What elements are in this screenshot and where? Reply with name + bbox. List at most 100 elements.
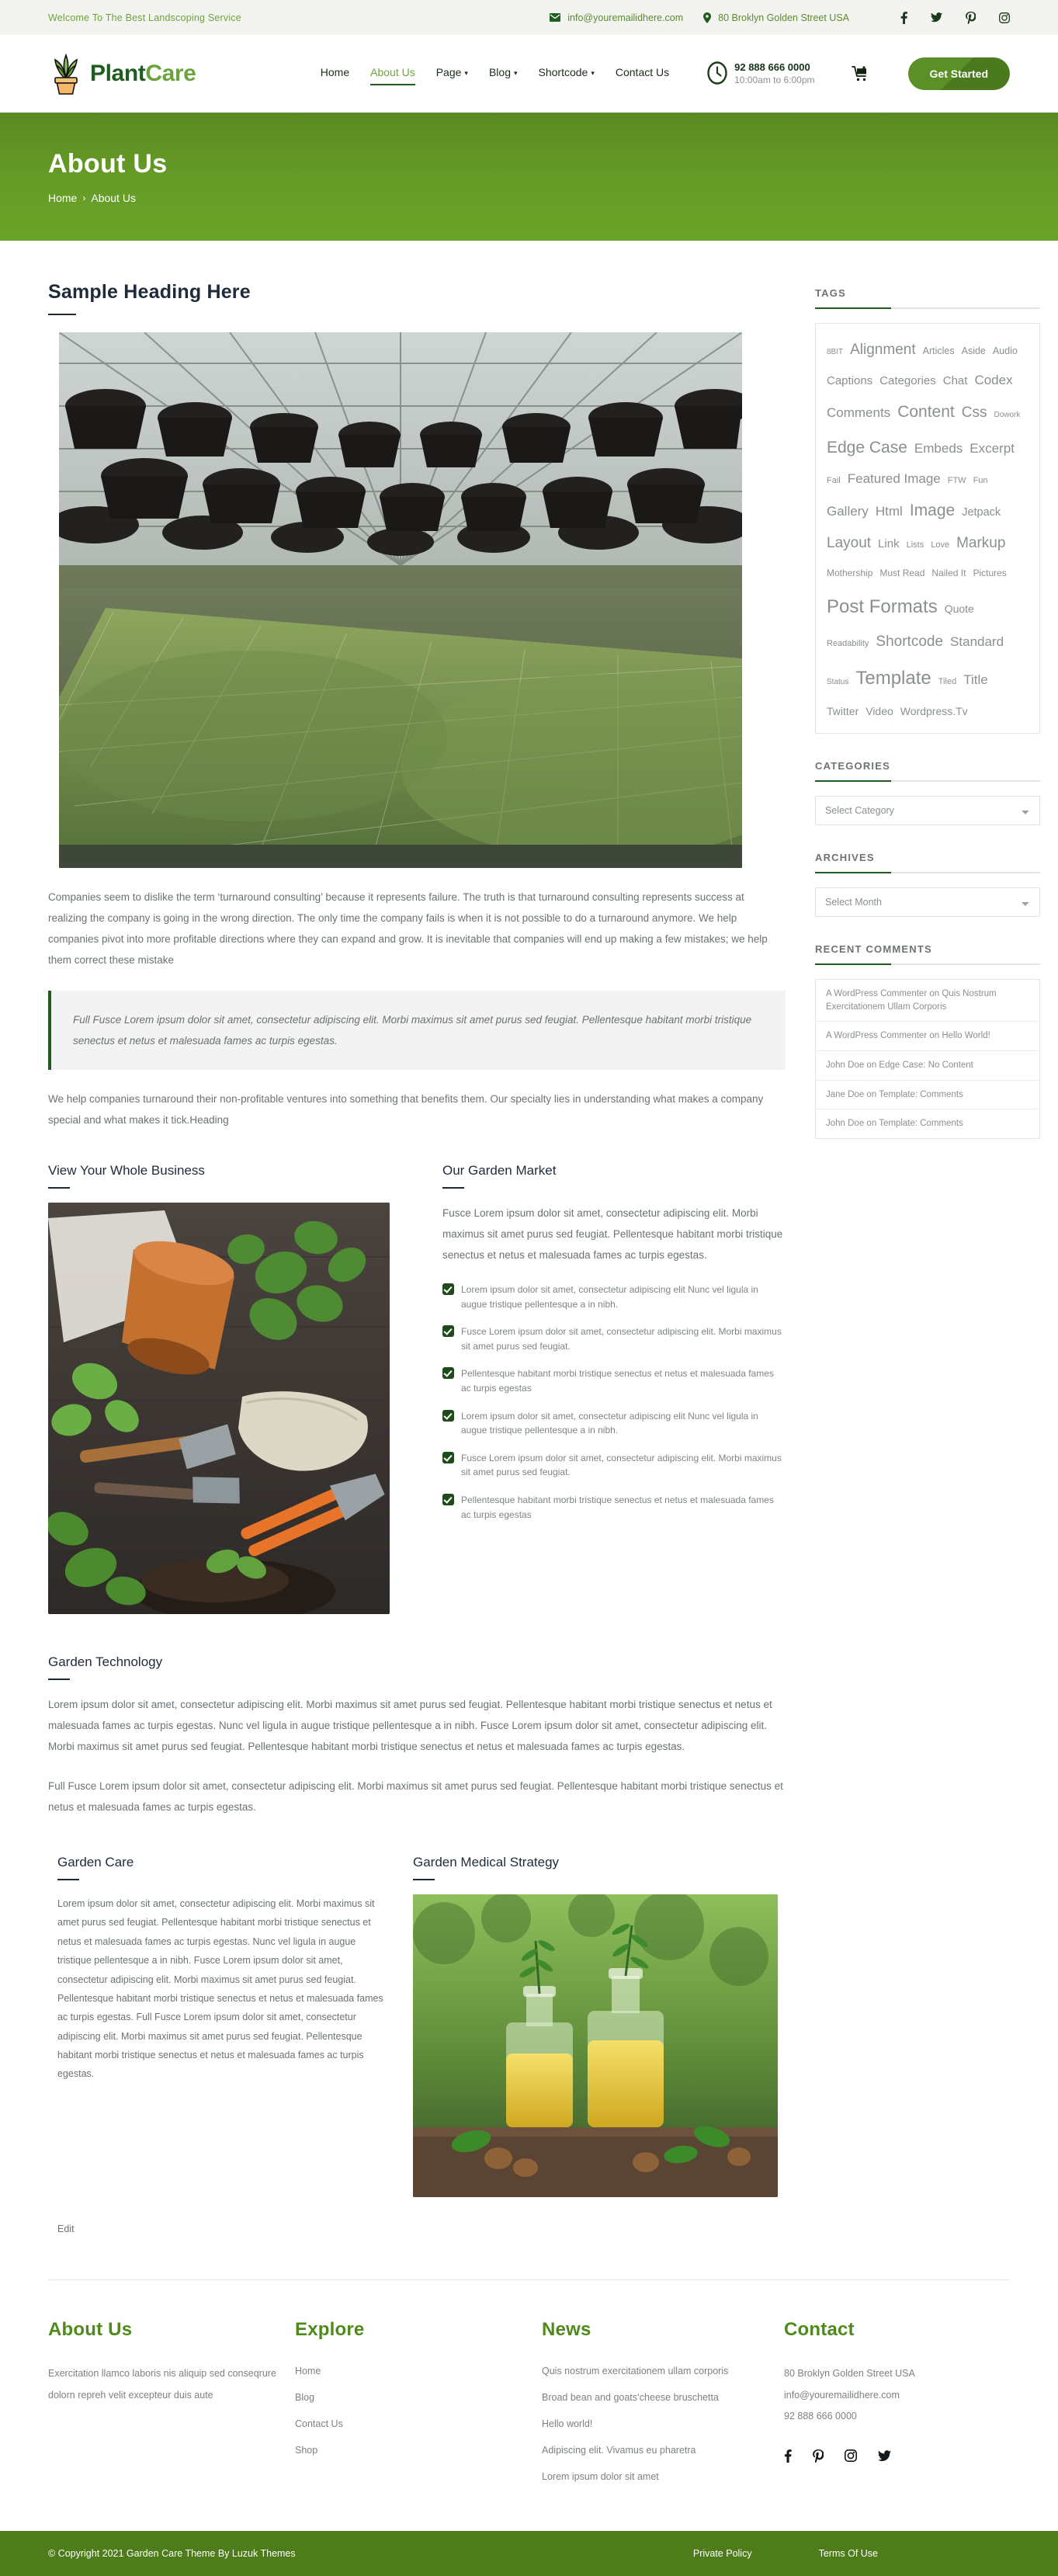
tag-link[interactable]: Shortcode	[876, 627, 943, 658]
site-footer: About Us Exercitation llamco laboris nis…	[0, 2280, 1058, 2531]
facebook-icon[interactable]	[784, 2449, 792, 2463]
tag-link[interactable]: Must Read	[879, 564, 924, 584]
tag-link[interactable]: Chat	[943, 369, 968, 394]
footer-news-link[interactable]: Hello world!	[542, 2416, 784, 2432]
private-policy-link[interactable]: Private Policy	[693, 2548, 752, 2559]
tag-link[interactable]: Image	[910, 493, 955, 528]
pull-quote: Full Fusce Lorem ipsum dolor sit amet, c…	[48, 991, 786, 1070]
tag-link[interactable]: Featured Image	[848, 465, 941, 494]
nav-item-home[interactable]: Home	[321, 66, 349, 82]
nav-item-shortcode[interactable]: Shortcode ▾	[539, 66, 595, 82]
tag-link[interactable]: Nailed It	[931, 564, 966, 584]
tag-link[interactable]: Status	[827, 674, 848, 691]
tag-link[interactable]: Gallery	[827, 498, 869, 526]
breadcrumb-home[interactable]: Home	[48, 192, 77, 204]
footer-news-link[interactable]: Adipiscing elit. Vivamus eu pharetra	[542, 2442, 784, 2458]
topbar-address[interactable]: 80 Broklyn Golden Street USA	[703, 12, 849, 23]
pinterest-icon[interactable]	[813, 2449, 824, 2463]
tag-link[interactable]: Video	[865, 700, 893, 723]
title-rule	[442, 1187, 464, 1189]
topbar-email[interactable]: info@youremailidhere.com	[550, 12, 683, 23]
terms-of-use-link[interactable]: Terms Of Use	[819, 2548, 878, 2559]
tag-link[interactable]: Love	[931, 536, 949, 555]
tag-link[interactable]: Audio	[993, 341, 1018, 362]
tag-link[interactable]: Jetpack	[962, 501, 1001, 525]
tag-link[interactable]: Excerpt	[970, 435, 1015, 463]
tag-link[interactable]: Tiled	[938, 673, 956, 692]
tag-link[interactable]: Embeds	[914, 435, 963, 463]
herbal-oil-bottles-image	[413, 1894, 778, 2197]
tag-link[interactable]: Pictures	[973, 564, 1006, 584]
nav-item-about-us[interactable]: About Us	[370, 66, 415, 85]
footer-news-link[interactable]: Broad bean and goats‘cheese bruschetta	[542, 2390, 784, 2405]
list-item[interactable]: John Doe on Template: Comments	[816, 1109, 1039, 1138]
tag-link[interactable]: Categories	[879, 369, 936, 394]
tag-link[interactable]: Link	[878, 532, 900, 557]
tag-link[interactable]: Aside	[962, 341, 986, 362]
facebook-icon[interactable]	[900, 11, 907, 24]
tag-link[interactable]: Layout	[827, 528, 871, 560]
tag-link[interactable]: Post Formats	[827, 587, 938, 627]
tag-link[interactable]: Fun	[973, 472, 988, 491]
list-item[interactable]: Jane Doe on Template: Comments	[816, 1081, 1039, 1110]
tag-link[interactable]: Twitter	[827, 700, 859, 723]
topbar-right-group: info@youremailidhere.com 80 Broklyn Gold…	[550, 11, 1010, 24]
list-item: Lorem ipsum dolor sit amet	[542, 2469, 784, 2484]
footer-news-link[interactable]: Quis nostrum exercitationem ullam corpor…	[542, 2363, 784, 2379]
instagram-icon[interactable]	[845, 2449, 857, 2463]
tag-link[interactable]: Css	[962, 398, 987, 429]
footer-news-link[interactable]: Lorem ipsum dolor sit amet	[542, 2469, 784, 2484]
logo-text-plant: Plant	[90, 61, 146, 86]
view-business-title: View Your Whole Business	[48, 1163, 205, 1178]
get-started-button[interactable]: Get Started	[907, 57, 1010, 90]
tag-link[interactable]: Dowork	[994, 407, 1020, 424]
tag-link[interactable]: 8BIT	[827, 344, 843, 361]
footer-link-blog[interactable]: Blog	[295, 2390, 542, 2405]
tag-link[interactable]: FTW	[948, 472, 966, 491]
tag-link[interactable]: Template	[855, 658, 931, 699]
twitter-icon[interactable]	[878, 2449, 891, 2463]
nav-item-page[interactable]: Page ▾	[436, 66, 468, 82]
tag-link[interactable]: Comments	[827, 399, 890, 428]
list-item[interactable]: A WordPress Commenter on Quis Nostrum Ex…	[816, 980, 1039, 1022]
tag-link[interactable]: Standard	[950, 628, 1004, 657]
welcome-text: Welcome To The Best Landscoping Service	[48, 12, 241, 23]
tag-link[interactable]: Content	[897, 394, 955, 429]
list-item: Quis nostrum exercitationem ullam corpor…	[542, 2363, 784, 2379]
tag-link[interactable]: Title	[963, 666, 988, 695]
tag-link[interactable]: Readability	[827, 635, 869, 654]
site-logo[interactable]: PlantCare	[48, 52, 196, 95]
site-header: PlantCare Home About Us Page ▾ Blog ▾ Shor…	[0, 35, 1058, 113]
tag-link[interactable]: Captions	[827, 369, 872, 394]
edit-link[interactable]: Edit	[57, 2224, 75, 2234]
nav-item-contact-us[interactable]: Contact Us	[616, 66, 669, 82]
plant-pot-icon	[48, 52, 84, 95]
tag-link[interactable]: Markup	[956, 528, 1005, 560]
archive-select[interactable]: Select Month	[815, 887, 1040, 918]
checklist-text: Fusce Lorem ipsum dolor sit amet, consec…	[461, 1452, 782, 1478]
tag-link[interactable]: Mothership	[827, 564, 872, 584]
tag-link[interactable]: Articles	[923, 341, 955, 362]
footer-link-contact-us[interactable]: Contact Us	[295, 2416, 542, 2432]
category-select[interactable]: Select Category	[815, 796, 1040, 826]
list-item[interactable]: John Doe on Edge Case: No Content	[816, 1051, 1039, 1081]
twitter-icon[interactable]	[931, 12, 942, 23]
title-rule	[48, 1679, 70, 1680]
tag-link[interactable]: Quote	[945, 597, 974, 620]
tag-link[interactable]: Wordpress.Tv	[900, 700, 968, 723]
pinterest-icon[interactable]	[966, 11, 976, 24]
tag-link[interactable]: Html	[876, 498, 903, 526]
tag-link[interactable]: Edge Case	[827, 430, 907, 465]
tag-link[interactable]: Fail	[827, 472, 841, 491]
footer-link-shop[interactable]: Shop	[295, 2442, 542, 2458]
tag-link[interactable]: Lists	[907, 536, 924, 555]
tag-link[interactable]: Codex	[974, 366, 1012, 395]
tag-link[interactable]: Alignment	[850, 335, 916, 366]
instagram-icon[interactable]	[999, 12, 1010, 23]
footer-contact-email[interactable]: info@youremailidhere.com	[784, 2385, 1009, 2407]
cart-icon[interactable]	[851, 65, 869, 82]
list-item[interactable]: A WordPress Commenter on Hello World!	[816, 1022, 1039, 1052]
footer-link-home[interactable]: Home	[295, 2363, 542, 2379]
nav-item-blog[interactable]: Blog ▾	[489, 66, 518, 82]
pull-quote-text: Full Fusce Lorem ipsum dolor sit amet, c…	[73, 1014, 752, 1047]
